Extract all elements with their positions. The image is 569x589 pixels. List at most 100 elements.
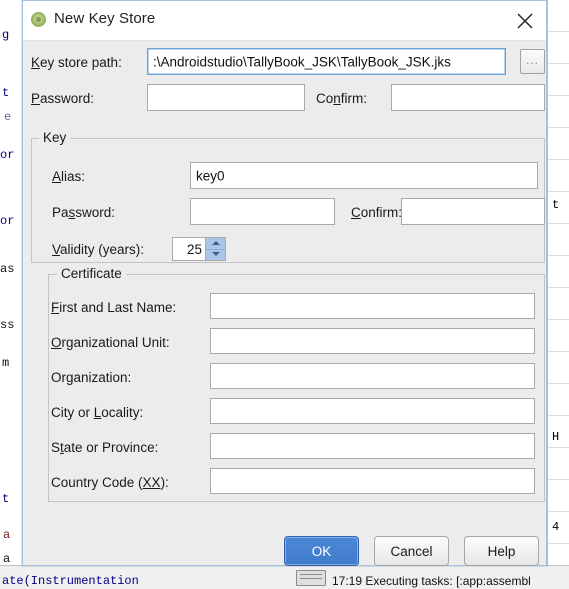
certificate-organization-label-c: anization: (73, 370, 132, 385)
cancel-button-label: Cancel (390, 543, 433, 559)
right-panel-text: t (552, 198, 560, 212)
background-code-fragment: g (2, 28, 10, 42)
right-panel-row (548, 224, 569, 256)
spinner-down-icon[interactable] (206, 249, 225, 260)
key-validity-value: 25 (186, 241, 202, 257)
certificate-organizational-unit-label-mnemonic: O (51, 335, 62, 350)
help-button[interactable]: Help (464, 536, 539, 566)
key-validity-label-c: alidity (years): (60, 242, 145, 257)
right-panel-row (548, 0, 569, 32)
certificate-country-code-label: Country Code (XX): (51, 475, 169, 490)
right-panel-text: 4 (552, 520, 560, 534)
key-confirm-label-c: onfirm: (360, 205, 403, 220)
key-store-confirm-label-a: Co (316, 91, 334, 106)
certificate-first-last-name-label-mnemonic: F (51, 300, 60, 315)
right-panel-row (548, 320, 569, 352)
right-panel-row (548, 32, 569, 64)
certificate-organization-input[interactable] (210, 363, 535, 389)
key-validity-spin-buttons[interactable] (205, 238, 225, 260)
certificate-state-province-input[interactable] (210, 433, 535, 459)
key-confirm-label-mnemonic: C (351, 205, 361, 220)
background-code-fragment: t (2, 86, 10, 100)
right-panel-row (548, 384, 569, 416)
right-panel-row (548, 288, 569, 320)
close-button[interactable] (510, 6, 540, 34)
right-panel-row (548, 64, 569, 96)
key-store-password-label: Password: (31, 91, 94, 106)
ok-button-label: OK (311, 543, 332, 559)
dialog-title: New Key Store (54, 10, 156, 27)
key-store-password-input[interactable] (147, 84, 305, 111)
key-confirm-input[interactable] (401, 198, 545, 225)
key-store-confirm-input[interactable] (391, 84, 545, 111)
key-password-input[interactable] (190, 198, 335, 225)
new-key-store-dialog: New Key Store Key store path: :\Androids… (22, 0, 547, 566)
certificate-first-last-name-input[interactable] (210, 293, 535, 319)
certificate-city-locality-label-a: City or (51, 405, 94, 420)
key-confirm-label: Confirm: (351, 205, 402, 220)
background-code-fragment: m (2, 356, 10, 370)
key-store-password-label-text: assword: (40, 91, 95, 106)
right-panel-row (548, 96, 569, 128)
certificate-first-last-name-label-text: irst and Last Name: (59, 300, 177, 315)
certificate-city-locality-label-c: ocality: (101, 405, 144, 420)
background-code-fragment: as (0, 262, 15, 276)
help-button-label: Help (487, 543, 516, 559)
background-code-fragment: a (3, 552, 11, 566)
key-validity-label: Validity (years): (52, 242, 144, 257)
certificate-organization-label-a: Or (51, 370, 66, 385)
key-store-path-label-mnemonic: K (31, 55, 41, 70)
key-group-title: Key (39, 130, 71, 145)
certificate-country-code-input[interactable] (210, 468, 535, 494)
ok-button[interactable]: OK (284, 536, 359, 566)
certificate-organization-label: Organization: (51, 370, 131, 385)
key-store-path-value: :\Androidstudio\TallyBook_JSK\TallyBook_… (153, 53, 451, 69)
key-validity-stepper[interactable]: 25 (172, 237, 226, 261)
close-icon (517, 13, 533, 29)
certificate-city-locality-input[interactable] (210, 398, 535, 424)
right-panel-rows (548, 0, 569, 576)
right-tool-panel (547, 0, 569, 576)
build-output-icon[interactable] (296, 570, 326, 586)
key-alias-value: key0 (196, 167, 225, 183)
right-panel-row (548, 480, 569, 512)
certificate-country-code-label-mnemonic: XX (142, 475, 161, 490)
right-panel-row (548, 448, 569, 480)
key-store-confirm-label-c: firm: (340, 91, 368, 106)
certificate-group-title: Certificate (57, 266, 126, 281)
key-store-confirm-label-mnemonic: n (333, 91, 341, 106)
key-store-path-input[interactable]: :\Androidstudio\TallyBook_JSK\TallyBook_… (147, 48, 506, 75)
right-panel-row (548, 128, 569, 160)
editor-gutter (0, 0, 22, 566)
browse-ellipsis-icon: ... (525, 53, 539, 67)
certificate-organization-label-mnemonic: g (66, 370, 74, 385)
background-code-fragment: t (2, 492, 10, 506)
dialog-titlebar: New Key Store (23, 1, 546, 41)
key-alias-label-c: lias: (61, 169, 86, 184)
android-studio-icon (31, 12, 46, 27)
certificate-state-province-label-a: S (51, 440, 61, 455)
certificate-state-province-label-c: ate or Province: (63, 440, 159, 455)
key-alias-label-mnemonic: A (52, 169, 62, 184)
right-panel-row (548, 256, 569, 288)
status-bar-task-text: 17:19 Executing tasks: [:app:assembl (332, 574, 531, 588)
key-store-path-label: Key store path: (31, 55, 122, 70)
status-bar-code-text: ate(Instrumentation (2, 574, 139, 588)
certificate-country-code-label-c: ): (160, 475, 169, 490)
key-validity-label-mnemonic: V (52, 242, 61, 257)
certificate-organizational-unit-label: Organizational Unit: (51, 335, 170, 350)
key-alias-input[interactable]: key0 (190, 162, 538, 189)
certificate-state-province-label: State or Province: (51, 440, 158, 455)
key-password-label-c: sword: (75, 205, 116, 220)
certificate-organizational-unit-label-text: rganizational Unit: (61, 335, 170, 350)
key-alias-label: Alias: (52, 169, 85, 184)
key-store-password-label-mnemonic: P (31, 91, 41, 106)
right-panel-text: H (552, 430, 560, 444)
cancel-button[interactable]: Cancel (374, 536, 449, 566)
browse-key-store-path-button[interactable]: ... (520, 49, 545, 74)
right-panel-row (548, 160, 569, 192)
certificate-first-last-name-label: First and Last Name: (51, 300, 176, 315)
background-code-fragment: or (0, 214, 15, 228)
background-code-fragment: or (0, 148, 15, 162)
certificate-organizational-unit-input[interactable] (210, 328, 535, 354)
